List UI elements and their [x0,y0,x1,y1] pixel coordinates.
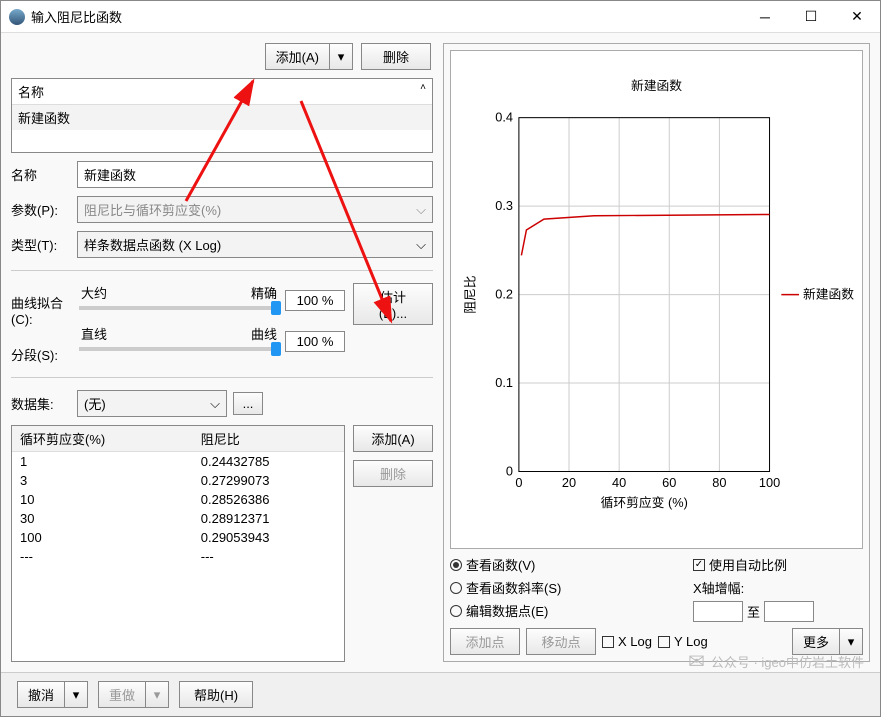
list-header: 名称 [18,82,44,101]
dataset-browse-button[interactable]: ... [233,392,263,415]
x-from-input[interactable] [693,601,743,622]
window-title: 输入阻尼比函数 [31,7,742,26]
chevron-down-icon: ⌵ [416,237,426,253]
svg-text:循环剪应变 (%): 循环剪应变 (%) [601,495,688,510]
svg-text:60: 60 [662,475,676,490]
table-row[interactable]: 100.28526386 [12,490,344,509]
table-row[interactable]: 10.24432785 [12,452,344,472]
table-row[interactable]: 1000.29053943 [12,528,344,547]
sort-caret-icon[interactable]: ˄ [420,82,426,101]
param-combo: 阻尼比与循环剪应变(%)⌵ [77,196,433,223]
svg-text:新建函数: 新建函数 [803,287,854,302]
watermark: ✉公众号 · igeo中仿岩土软件 [688,649,864,674]
move-point-button[interactable]: 移动点 [526,628,596,655]
ylog-checkbox[interactable]: Y Log [658,634,708,649]
chevron-down-icon: ⌵ [210,396,220,412]
xlog-checkbox[interactable]: X Log [602,634,652,649]
fit-percent[interactable]: 100 % [285,290,345,311]
chevron-down-icon: ⌵ [416,202,426,218]
type-combo[interactable]: 样条数据点函数 (X Log)⌵ [77,231,433,258]
svg-text:40: 40 [612,475,626,490]
list-item[interactable]: 新建函数 [12,105,432,130]
data-table[interactable]: 循环剪应变(%)阻尼比 10.2443278530.27299073100.28… [11,425,345,662]
maximize-button[interactable]: ☐ [788,1,834,32]
chevron-down-icon: ▾ [146,682,168,707]
x-incr-label: X轴增幅: [693,578,863,597]
edit-points-radio[interactable]: 编辑数据点(E) [450,601,683,620]
seg-percent[interactable]: 100 % [285,331,345,352]
param-label: 参数(P): [11,200,71,219]
undo-button[interactable]: 撤消▾ [17,681,88,708]
view-function-radio[interactable]: 查看函数(V) [450,555,683,574]
function-list[interactable]: 名称 ˄ 新建函数 [11,78,433,153]
svg-text:80: 80 [712,475,726,490]
x-to-input[interactable] [764,601,814,622]
svg-text:新建函数: 新建函数 [631,78,682,93]
view-slope-radio[interactable]: 查看函数斜率(S) [450,578,683,597]
minimize-button[interactable]: ─ [742,1,788,32]
help-button[interactable]: 帮助(H) [179,681,253,708]
svg-text:0: 0 [515,475,522,490]
dataset-label: 数据集: [11,394,71,413]
table-add-button[interactable]: 添加(A) [353,425,433,452]
svg-text:20: 20 [562,475,576,490]
app-icon [9,9,25,25]
estimate-button[interactable]: 估计(E)... [353,283,433,325]
dataset-combo[interactable]: (无)⌵ [77,390,227,417]
table-row[interactable]: 300.28912371 [12,509,344,528]
close-button[interactable]: ✕ [834,1,880,32]
add-button-label: 添加(A) [266,44,330,69]
table-row[interactable]: ------ [12,547,344,566]
fit-slider[interactable] [79,306,279,310]
table-row[interactable]: 30.27299073 [12,471,344,490]
svg-text:0.4: 0.4 [495,110,513,125]
svg-text:0.1: 0.1 [495,375,513,390]
name-input[interactable]: 新建函数 [77,161,433,188]
svg-text:0.3: 0.3 [495,198,513,213]
auto-scale-checkbox[interactable]: ✓使用自动比例 [693,555,863,574]
svg-text:阻尼比: 阻尼比 [463,275,478,314]
delete-button[interactable]: 删除 [361,43,431,70]
svg-text:0: 0 [506,463,513,478]
col1-header: 循环剪应变(%) [12,426,193,452]
svg-text:0.2: 0.2 [495,287,513,302]
add-split-button[interactable]: 添加(A) ▾ [265,43,353,70]
table-delete-button[interactable]: 删除 [353,460,433,487]
type-label: 类型(T): [11,235,71,254]
chevron-down-icon: ▾ [65,682,87,707]
add-point-button[interactable]: 添加点 [450,628,520,655]
svg-text:100: 100 [759,475,780,490]
chevron-down-icon[interactable]: ▾ [330,44,352,69]
fit-label: 曲线拟合(C): [11,293,71,327]
redo-button[interactable]: 重做▾ [98,681,169,708]
chart-area: 新建函数 0 20 40 60 80 100 0 0.1 0.2 0.3 0.4 循环剪应变 (%) 阻尼… [450,50,863,549]
seg-label: 分段(S): [11,345,71,364]
title-bar: 输入阻尼比函数 ─ ☐ ✕ [1,1,880,33]
col2-header: 阻尼比 [193,426,344,452]
name-label: 名称 [11,165,71,184]
seg-slider[interactable] [79,347,279,351]
